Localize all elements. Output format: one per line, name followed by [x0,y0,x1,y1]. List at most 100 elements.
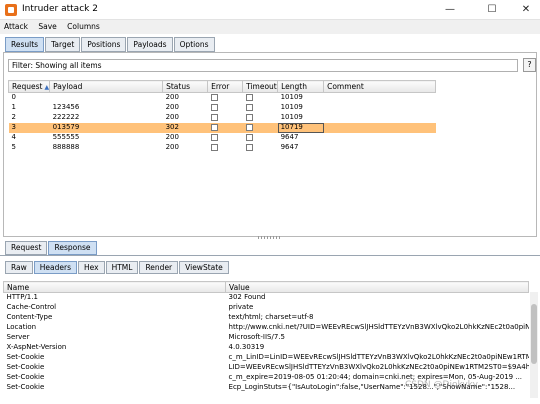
cell-payload: 222222 [52,113,80,121]
cell-length: 10109 [280,103,303,111]
window-title: Intruder attack 2 [22,4,98,14]
tab-headers[interactable]: Headers [33,261,77,274]
error-checkbox[interactable] [208,103,243,113]
close-button[interactable]: ✕ [512,2,540,18]
header-name: Set-Cookie [6,353,45,361]
cell-payload: 888888 [52,143,80,151]
cell-payload: 123456 [52,103,80,111]
menu-columns[interactable]: Columns [63,20,104,33]
table-row[interactable]: 5 888888 200 9647 [9,143,436,153]
cell-comment [324,93,436,103]
header-name: Location [6,323,37,331]
response-view-tabs: Raw Headers Hex HTML Render ViewState [5,261,230,274]
timeout-checkbox[interactable] [243,143,278,153]
cell-length: 10109 [280,93,303,102]
error-checkbox[interactable] [207,122,243,133]
timeout-checkbox[interactable] [243,133,278,143]
header-row[interactable]: Set-Cookie c_m_LinID=LinID=WEEvREcwSlJHSl… [4,353,529,363]
cell-request: 5 [11,143,16,151]
tab-request[interactable]: Request [5,241,48,255]
help-button[interactable]: ? [523,58,536,72]
header-name: Set-Cookie [6,383,45,391]
col-value[interactable]: Value [225,281,529,293]
error-checkbox[interactable] [208,113,243,123]
cell-request: 3 [8,122,50,133]
header-value: c_m_LinID=LinID=WEEvREcwSlJHSldTTEYzVnB3… [228,353,529,361]
header-name: HTTP/1.1 [6,293,38,302]
col-comment[interactable]: Comment [323,80,437,93]
headers-scrollbar[interactable] [530,292,538,398]
cell-payload [50,93,163,103]
header-row[interactable]: Content-Type text/html; charset=utf-8 [4,313,529,323]
cell-status: 200 [165,133,179,141]
header-value: http://www.cnki.net/?UID=WEEvREcwSlJHSld… [228,323,529,331]
col-timeout[interactable]: Timeout [242,80,279,93]
tab-hex[interactable]: Hex [78,261,105,274]
header-value: Ecp_LoginStuts={"IsAutoLogin":false,"Use… [228,383,516,391]
error-checkbox[interactable] [208,93,243,103]
header-value: text/html; charset=utf-8 [228,313,314,321]
header-name: X-AspNet-Version [6,343,67,351]
title-bar: Intruder attack 2 — ☐ ✕ [0,0,540,20]
table-row[interactable]: 4 555555 200 9647 [9,133,436,143]
col-payload[interactable]: Payload [49,80,164,93]
col-status[interactable]: Status [162,80,209,93]
tab-positions[interactable]: Positions [81,37,127,52]
results-panel: Filter: Showing all items ? Request ▲ Pay… [3,52,537,237]
header-row[interactable]: Set-Cookie LID=WEEvREcwSlJHSldTTEYzVnB3WX… [4,363,529,373]
tab-render[interactable]: Render [139,261,179,274]
maximize-button[interactable]: ☐ [478,2,506,18]
tab-options[interactable]: Options [173,37,215,52]
table-row-selected[interactable]: 3 013579 302 10719 [8,122,436,133]
header-value: 4.0.30319 [228,343,265,351]
cell-request: 0 [11,93,16,102]
tab-response[interactable]: Response [48,241,97,255]
cell-length: 10109 [280,113,303,121]
attack-tabs: Results Target Positions Payloads Options [5,37,216,52]
cell-status: 200 [165,143,179,151]
cell-status: 200 [165,113,179,121]
header-value: c_m_expire=2019-08-05 01:20:44; domain=c… [228,373,523,381]
tab-results[interactable]: Results [5,37,45,52]
col-length[interactable]: Length [277,80,325,93]
header-name: Content-Type [6,313,53,321]
error-checkbox[interactable] [208,143,243,153]
header-value: private [228,303,254,311]
tab-payloads[interactable]: Payloads [127,37,173,52]
tab-raw[interactable]: Raw [5,261,33,274]
menu-attack[interactable]: Attack [0,20,32,33]
menu-bar: Attack Save Columns [0,20,540,34]
error-checkbox[interactable] [208,133,243,143]
tab-target[interactable]: Target [45,37,81,52]
cell-status: 200 [165,103,179,111]
scrollbar-thumb[interactable] [531,304,537,364]
header-row[interactable]: X-AspNet-Version 4.0.30319 [4,343,529,353]
cell-status: 200 [165,93,179,102]
tab-html[interactable]: HTML [105,261,139,274]
header-row[interactable]: HTTP/1.1 302 Found [4,293,529,303]
minimize-button[interactable]: — [436,2,464,18]
header-name: Cache-Control [6,303,57,311]
divider [0,255,540,256]
timeout-checkbox[interactable] [243,113,278,123]
pane-splitter-handle[interactable] [258,236,280,239]
table-row[interactable]: 2 222222 200 10109 [9,113,436,123]
timeout-checkbox[interactable] [242,122,278,133]
col-name[interactable]: Name [2,281,227,293]
timeout-checkbox[interactable] [243,103,278,113]
table-row[interactable]: 1 123456 200 10109 [9,103,436,113]
results-table: Request ▲ Payload Status Error Timeout Le… [7,80,437,153]
filter-bar[interactable]: Filter: Showing all items [8,59,518,72]
header-row[interactable]: Cache-Control private [4,303,529,313]
menu-save[interactable]: Save [34,20,60,33]
col-request[interactable]: Request ▲ [7,80,51,93]
header-name: Set-Cookie [6,373,45,381]
cell-request: 1 [11,103,16,111]
header-row[interactable]: Server Microsoft-IIS/7.5 [4,333,529,343]
tab-viewstate[interactable]: ViewState [179,261,229,274]
timeout-checkbox[interactable] [243,93,278,103]
table-row[interactable]: 0 200 10109 [9,93,436,103]
header-row[interactable]: Location http://www.cnki.net/?UID=WEEvREc… [4,323,529,333]
col-error[interactable]: Error [207,80,244,93]
cell-comment [324,133,436,143]
